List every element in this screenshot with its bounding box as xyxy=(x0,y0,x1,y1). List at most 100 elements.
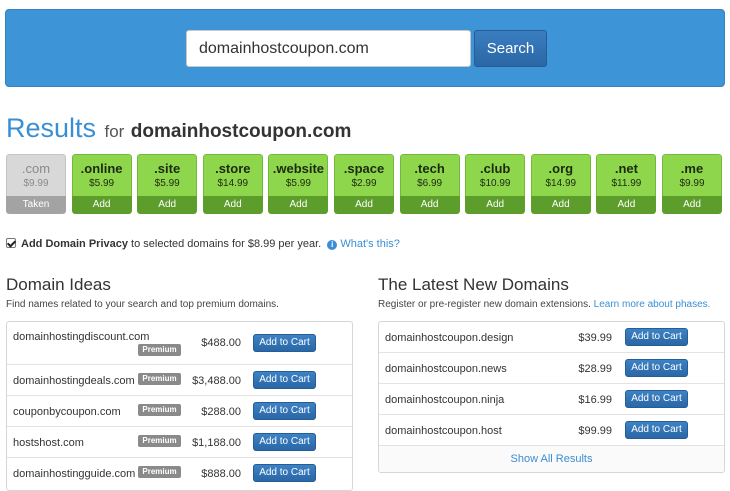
tld-add-button[interactable]: Add xyxy=(334,196,394,214)
tld-price: $9.99 xyxy=(679,178,705,189)
premium-badge: Premium xyxy=(138,373,181,385)
idea-price: $1,188.00 xyxy=(192,437,241,449)
tld-price: $14.99 xyxy=(217,178,249,189)
results-title: Results xyxy=(6,113,97,143)
whats-this-link[interactable]: What's this? xyxy=(340,238,400,250)
idea-price: $888.00 xyxy=(201,468,241,480)
tld-price: $9.99 xyxy=(23,178,49,189)
tld-taken-label: Taken xyxy=(6,196,66,214)
tld-add-button[interactable]: Add xyxy=(465,196,526,214)
tld-price: $2.99 xyxy=(351,178,377,189)
latest-domains-subtitle: Register or pre-register new domain exte… xyxy=(378,299,710,310)
tld-name: .me xyxy=(680,161,704,176)
privacy-label: Add Domain Privacy xyxy=(21,238,128,250)
tld-card-tech: .tech $6.99 Add xyxy=(399,154,460,214)
list-item: domainhostingguide.com Premium $888.00 A… xyxy=(7,458,352,490)
idea-price: $288.00 xyxy=(201,406,241,418)
tld-price: $10.99 xyxy=(479,178,511,189)
tld-name: .club xyxy=(480,161,511,176)
tld-price: $11.99 xyxy=(611,178,642,189)
search-button[interactable]: Search xyxy=(474,30,547,67)
idea-domain-name: couponbycoupon.com xyxy=(13,406,121,418)
list-item: domainhostcoupon.design $39.99 Add to Ca… xyxy=(379,322,724,353)
tld-add-button[interactable]: Add xyxy=(530,196,591,214)
tld-add-button[interactable]: Add xyxy=(596,196,657,214)
list-item: domainhostcoupon.host $99.99 Add to Cart xyxy=(379,415,724,446)
tld-name: .space xyxy=(343,161,385,176)
privacy-checkbox[interactable] xyxy=(6,238,16,248)
latest-domain-name: domainhostcoupon.design xyxy=(385,332,514,344)
domain-ideas-title: Domain Ideas xyxy=(6,275,111,294)
tld-add-button[interactable]: Add xyxy=(71,196,132,214)
add-to-cart-button[interactable]: Add to Cart xyxy=(253,433,316,451)
tld-price: $5.99 xyxy=(154,178,180,189)
info-icon: i xyxy=(327,240,338,250)
tld-add-button[interactable]: Add xyxy=(202,196,263,214)
tld-name: .store xyxy=(215,161,251,176)
tld-add-button[interactable]: Add xyxy=(662,196,722,214)
add-to-cart-button[interactable]: Add to Cart xyxy=(253,371,316,389)
idea-domain-name: domainhostingguide.com xyxy=(13,468,136,480)
tld-card-store: .store $14.99 Add xyxy=(202,154,263,214)
domain-ideas-list: domainhostingdiscount.com Premium $488.0… xyxy=(6,321,353,491)
tld-name: .net xyxy=(614,161,638,176)
tld-card-online: .online $5.99 Add xyxy=(71,154,132,214)
tld-card-space: .space $2.99 Add xyxy=(334,154,394,214)
tld-card-com: .com $9.99 Taken xyxy=(6,154,66,214)
tld-name: .website xyxy=(272,161,325,176)
tld-name: .tech xyxy=(414,161,445,176)
tld-grid: .com $9.99 Taken .online $5.99 Add .site $5… xyxy=(6,154,725,214)
results-for-label: for xyxy=(104,122,125,141)
list-item: domainhostingdeals.com Premium $3,488.00… xyxy=(7,365,352,396)
premium-badge: Premium xyxy=(138,435,181,447)
add-to-cart-button[interactable]: Add to Cart xyxy=(253,464,316,482)
tld-card-club: .club $10.99 Add xyxy=(465,154,526,214)
latest-domains-list: domainhostcoupon.design $39.99 Add to Ca… xyxy=(378,321,725,473)
tld-add-button[interactable]: Add xyxy=(399,196,460,214)
tld-price: $14.99 xyxy=(545,178,577,189)
latest-price: $39.99 xyxy=(578,332,612,344)
latest-price: $16.99 xyxy=(578,394,612,406)
tld-add-button[interactable]: Add xyxy=(137,196,198,214)
list-item: domainhostingdiscount.com Premium $488.0… xyxy=(7,322,352,365)
list-item: domainhostcoupon.news $28.99 Add to Cart xyxy=(379,353,724,384)
add-to-cart-button[interactable]: Add to Cart xyxy=(253,334,316,352)
latest-price: $99.99 xyxy=(578,425,612,437)
add-to-cart-button[interactable]: Add to Cart xyxy=(625,390,688,408)
tld-price: $6.99 xyxy=(417,178,443,189)
search-input[interactable]: domainhostcoupon.com xyxy=(186,30,471,67)
tld-card-site: .site $5.99 Add xyxy=(137,154,198,214)
privacy-text: to selected domains for $8.99 per year. xyxy=(131,238,322,250)
add-to-cart-button[interactable]: Add to Cart xyxy=(625,359,688,377)
learn-more-link[interactable]: Learn more about phases. xyxy=(594,299,711,310)
add-to-cart-button[interactable]: Add to Cart xyxy=(625,421,688,439)
tld-name: .site xyxy=(154,161,181,176)
privacy-row: Add Domain Privacy to selected domains f… xyxy=(6,238,400,250)
idea-price: $488.00 xyxy=(201,337,241,349)
latest-domain-name: domainhostcoupon.host xyxy=(385,425,502,437)
premium-badge: Premium xyxy=(138,466,181,478)
list-item: couponbycoupon.com Premium $288.00 Add t… xyxy=(7,396,352,427)
tld-add-button[interactable]: Add xyxy=(268,196,329,214)
list-item: domainhostcoupon.ninja $16.99 Add to Car… xyxy=(379,384,724,415)
domain-ideas-subtitle: Find names related to your search and to… xyxy=(6,299,279,310)
tld-card-website: .website $5.99 Add xyxy=(268,154,329,214)
latest-domain-name: domainhostcoupon.ninja xyxy=(385,394,505,406)
latest-domains-title: The Latest New Domains xyxy=(378,275,569,294)
premium-badge: Premium xyxy=(138,404,181,416)
results-heading: Results for domainhostcoupon.com xyxy=(6,113,351,144)
tld-name: .online xyxy=(80,161,123,176)
latest-price: $28.99 xyxy=(578,363,612,375)
idea-price: $3,488.00 xyxy=(192,375,241,387)
idea-domain-name: hostshost.com xyxy=(13,437,84,449)
show-all-results-link[interactable]: Show All Results xyxy=(379,446,724,472)
add-to-cart-button[interactable]: Add to Cart xyxy=(625,328,688,346)
search-banner: domainhostcoupon.com Search xyxy=(5,9,725,87)
tld-card-me: .me $9.99 Add xyxy=(662,154,722,214)
idea-domain-name: domainhostingdiscount.com xyxy=(13,331,150,343)
add-to-cart-button[interactable]: Add to Cart xyxy=(253,402,316,420)
tld-price: $5.99 xyxy=(89,178,115,189)
tld-price: $5.99 xyxy=(285,178,311,189)
tld-name: .com xyxy=(21,161,51,176)
latest-subtitle-text: Register or pre-register new domain exte… xyxy=(378,299,591,310)
